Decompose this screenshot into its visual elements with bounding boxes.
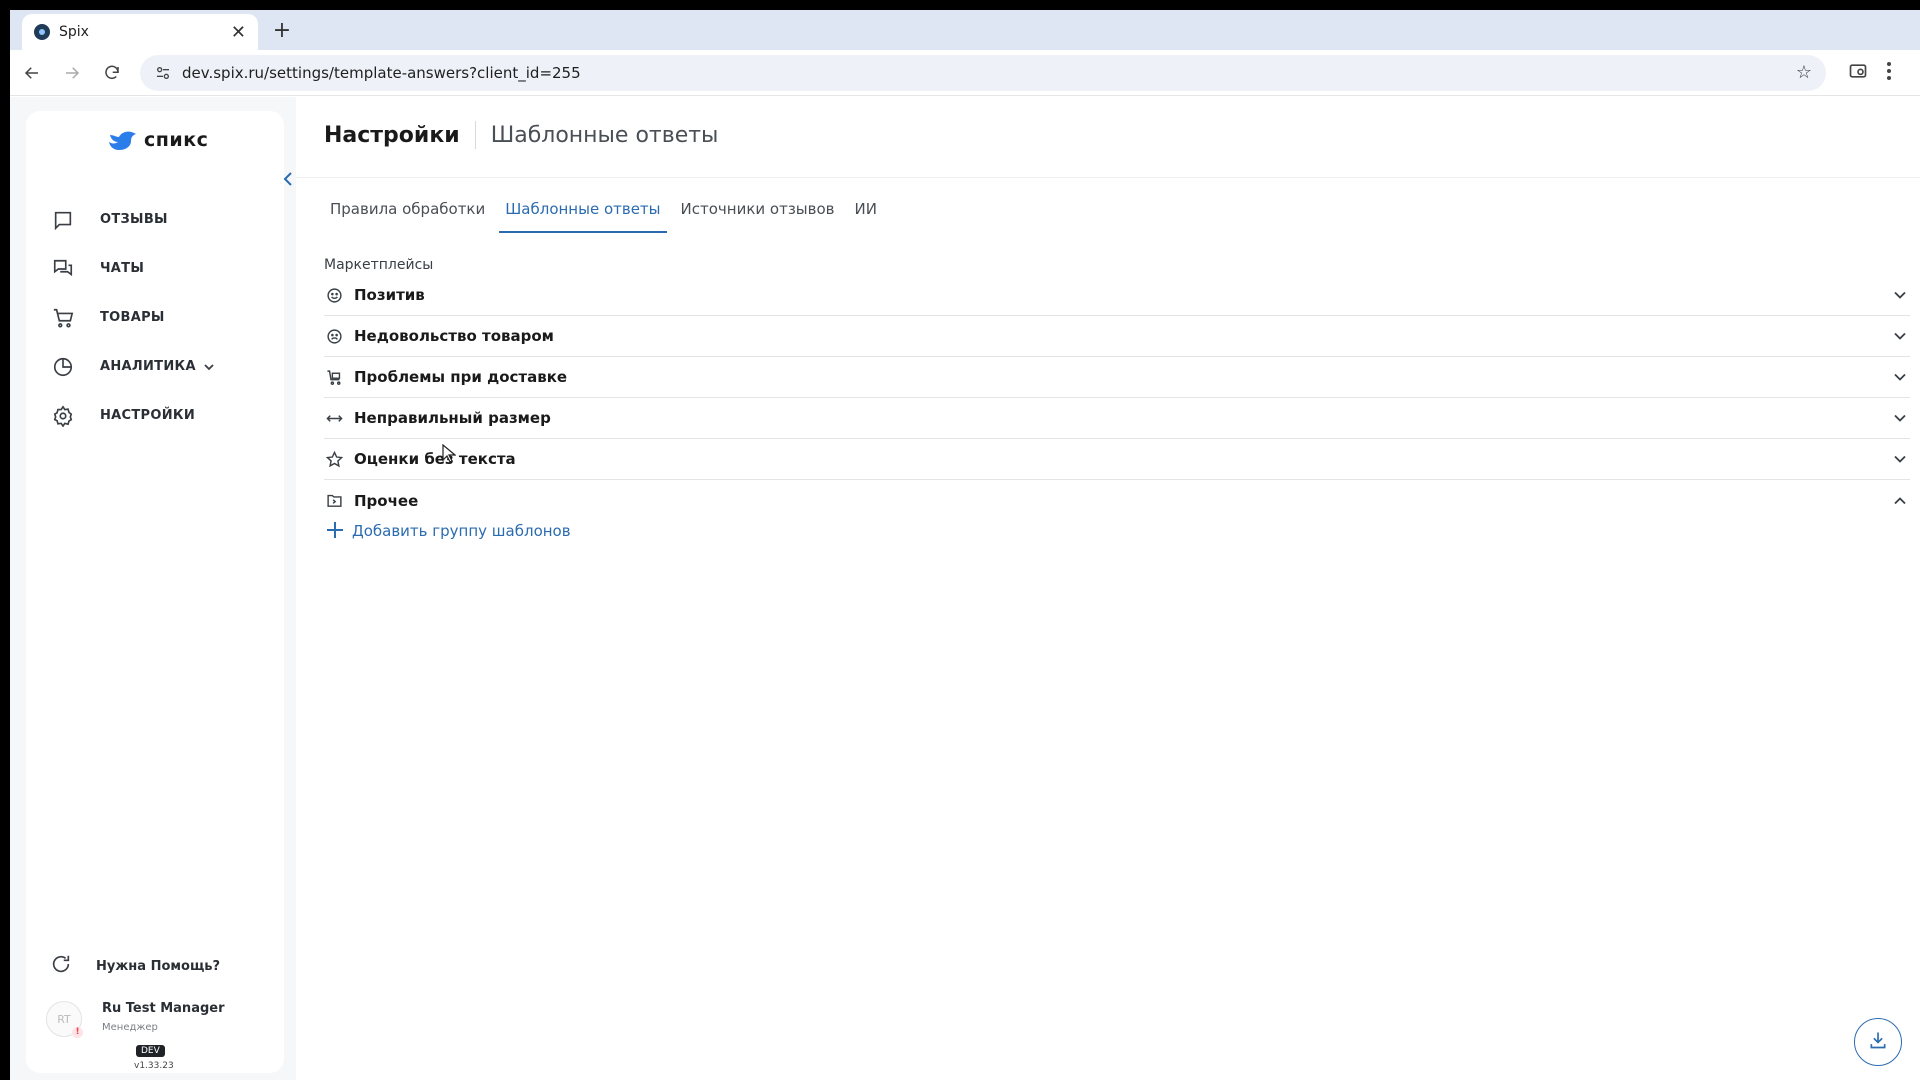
header-divider-line [296,177,1920,178]
browser-window: Spix ✕ + dev.spix.ru/settings/template-a… [10,10,1920,1080]
logo-text: спикс [144,129,209,151]
group-label: Неправильный размер [354,409,551,427]
tab-template-answers[interactable]: Шаблонные ответы [499,191,667,233]
header-divider [474,121,476,149]
add-template-group-button[interactable]: Добавить группу шаблонов [326,521,571,541]
menu-kebab-icon[interactable] [1886,61,1892,85]
reviews-icon [50,207,76,233]
user-profile[interactable]: RT ! Ru Test Manager Менеджер [46,1001,225,1038]
env-badge: DEV [136,1045,165,1057]
sad-face-icon [324,326,344,346]
chevron-down-icon[interactable] [1890,455,1910,463]
tab-title: Spix [59,24,89,40]
tab-search-icon[interactable] [1848,61,1868,85]
delivery-cart-icon [324,367,344,387]
browser-tab[interactable]: Spix ✕ [22,14,258,50]
browser-toolbar: dev.spix.ru/settings/template-answers?cl… [10,50,1920,96]
user-role: Менеджер [102,1022,158,1033]
group-other[interactable]: Прочее [324,480,1910,521]
section-label: Маркетплейсы [324,257,434,273]
sidebar-item-settings[interactable]: НАСТРОЙКИ [26,391,284,440]
sidebar-item-label: ОТЗЫВЫ [100,212,168,227]
forward-icon[interactable] [54,55,90,91]
chevron-down-icon[interactable] [1890,414,1910,422]
chevron-down-icon[interactable] [204,360,214,374]
template-groups: Позитив Недовольство товаром Проблемы пр… [324,275,1910,521]
alert-badge: ! [72,1027,83,1038]
bookmark-star-icon[interactable]: ☆ [1796,62,1812,83]
mouse-cursor-icon [442,444,456,463]
sidebar-item-products[interactable]: ТОВАРЫ [26,293,284,342]
help-refresh-icon [50,953,72,979]
download-button[interactable] [1854,1018,1902,1066]
new-tab-button[interactable]: + [268,18,296,46]
page-title: Настройки [324,122,460,148]
group-product-dissatisfaction[interactable]: Недовольство товаром [324,316,1910,357]
user-name: Ru Test Manager [102,1001,225,1016]
chevron-down-icon[interactable] [1890,291,1910,299]
sidebar-item-label: НАСТРОЙКИ [100,408,196,423]
help-label: Нужна Помощь? [96,958,221,974]
size-arrows-icon [324,408,344,428]
sidebar-item-label: АНАЛИТИКА [100,359,196,374]
avatar[interactable]: RT ! [46,1001,83,1038]
sidebar-item-chats[interactable]: ЧАТЫ [26,244,284,293]
page-header: Настройки Шаблонные ответы [324,121,718,149]
tab-strip: Spix ✕ + [10,10,1920,50]
smile-icon [324,285,344,305]
page-subtitle: Шаблонные ответы [490,122,719,148]
group-label: Позитив [354,286,425,304]
group-label: Проблемы при доставке [354,368,568,386]
analytics-icon [50,354,76,380]
chats-icon [50,256,76,282]
chevron-up-icon[interactable] [1890,496,1910,505]
app-root: спикс ОТЗЫВЫ ЧАТЫ ТОВАРЫ АНАЛИТИКА НАСТР… [10,97,1920,1080]
folder-icon [324,491,344,511]
reload-icon[interactable] [94,55,130,91]
site-info-icon[interactable] [154,64,172,82]
app-logo[interactable]: спикс [108,129,208,151]
url-text[interactable]: dev.spix.ru/settings/template-answers?cl… [182,64,1796,82]
favicon-icon [34,24,50,40]
group-label: Недовольство товаром [354,327,554,345]
collapse-sidebar-icon[interactable] [278,169,298,189]
tab-ai[interactable]: ИИ [849,191,883,233]
tab-processing-rules[interactable]: Правила обработки [324,191,491,233]
sidebar-item-label: ЧАТЫ [100,261,145,276]
chevron-down-icon[interactable] [1890,373,1910,381]
group-label: Оценки без текста [354,450,516,468]
avatar-initials: RT [57,1012,71,1026]
main-content: Настройки Шаблонные ответы Правила обраб… [296,97,1920,1080]
address-bar[interactable]: dev.spix.ru/settings/template-answers?cl… [140,54,1826,91]
chevron-down-icon[interactable] [1890,332,1910,340]
plus-icon [326,521,346,541]
group-positive[interactable]: Позитив [324,275,1910,316]
sidebar-item-label: ТОВАРЫ [100,310,165,325]
group-delivery-problems[interactable]: Проблемы при доставке [324,357,1910,398]
group-wrong-size[interactable]: Неправильный размер [324,398,1910,439]
help-link[interactable]: Нужна Помощь? [50,953,220,979]
sidebar-item-reviews[interactable]: ОТЗЫВЫ [26,195,284,244]
sidebar-nav: ОТЗЫВЫ ЧАТЫ ТОВАРЫ АНАЛИТИКА НАСТРОЙКИ [26,195,284,440]
group-ratings-without-text[interactable]: Оценки без текста [324,439,1910,480]
sidebar: спикс ОТЗЫВЫ ЧАТЫ ТОВАРЫ АНАЛИТИКА НАСТР… [26,111,292,1073]
close-tab-icon[interactable]: ✕ [231,22,246,43]
app-version: v1.33.23 [134,1061,174,1071]
sidebar-item-analytics[interactable]: АНАЛИТИКА [26,342,284,391]
settings-tabs: Правила обработки Шаблонные ответы Источ… [324,191,891,233]
cart-icon [50,305,76,331]
download-icon [1868,1030,1888,1054]
add-group-label: Добавить группу шаблонов [352,522,571,540]
group-label: Прочее [354,491,419,510]
star-icon [324,449,344,469]
back-icon[interactable] [14,55,50,91]
bird-logo-icon [109,131,136,150]
tab-review-sources[interactable]: Источники отзывов [675,191,841,233]
gear-icon [50,403,76,429]
